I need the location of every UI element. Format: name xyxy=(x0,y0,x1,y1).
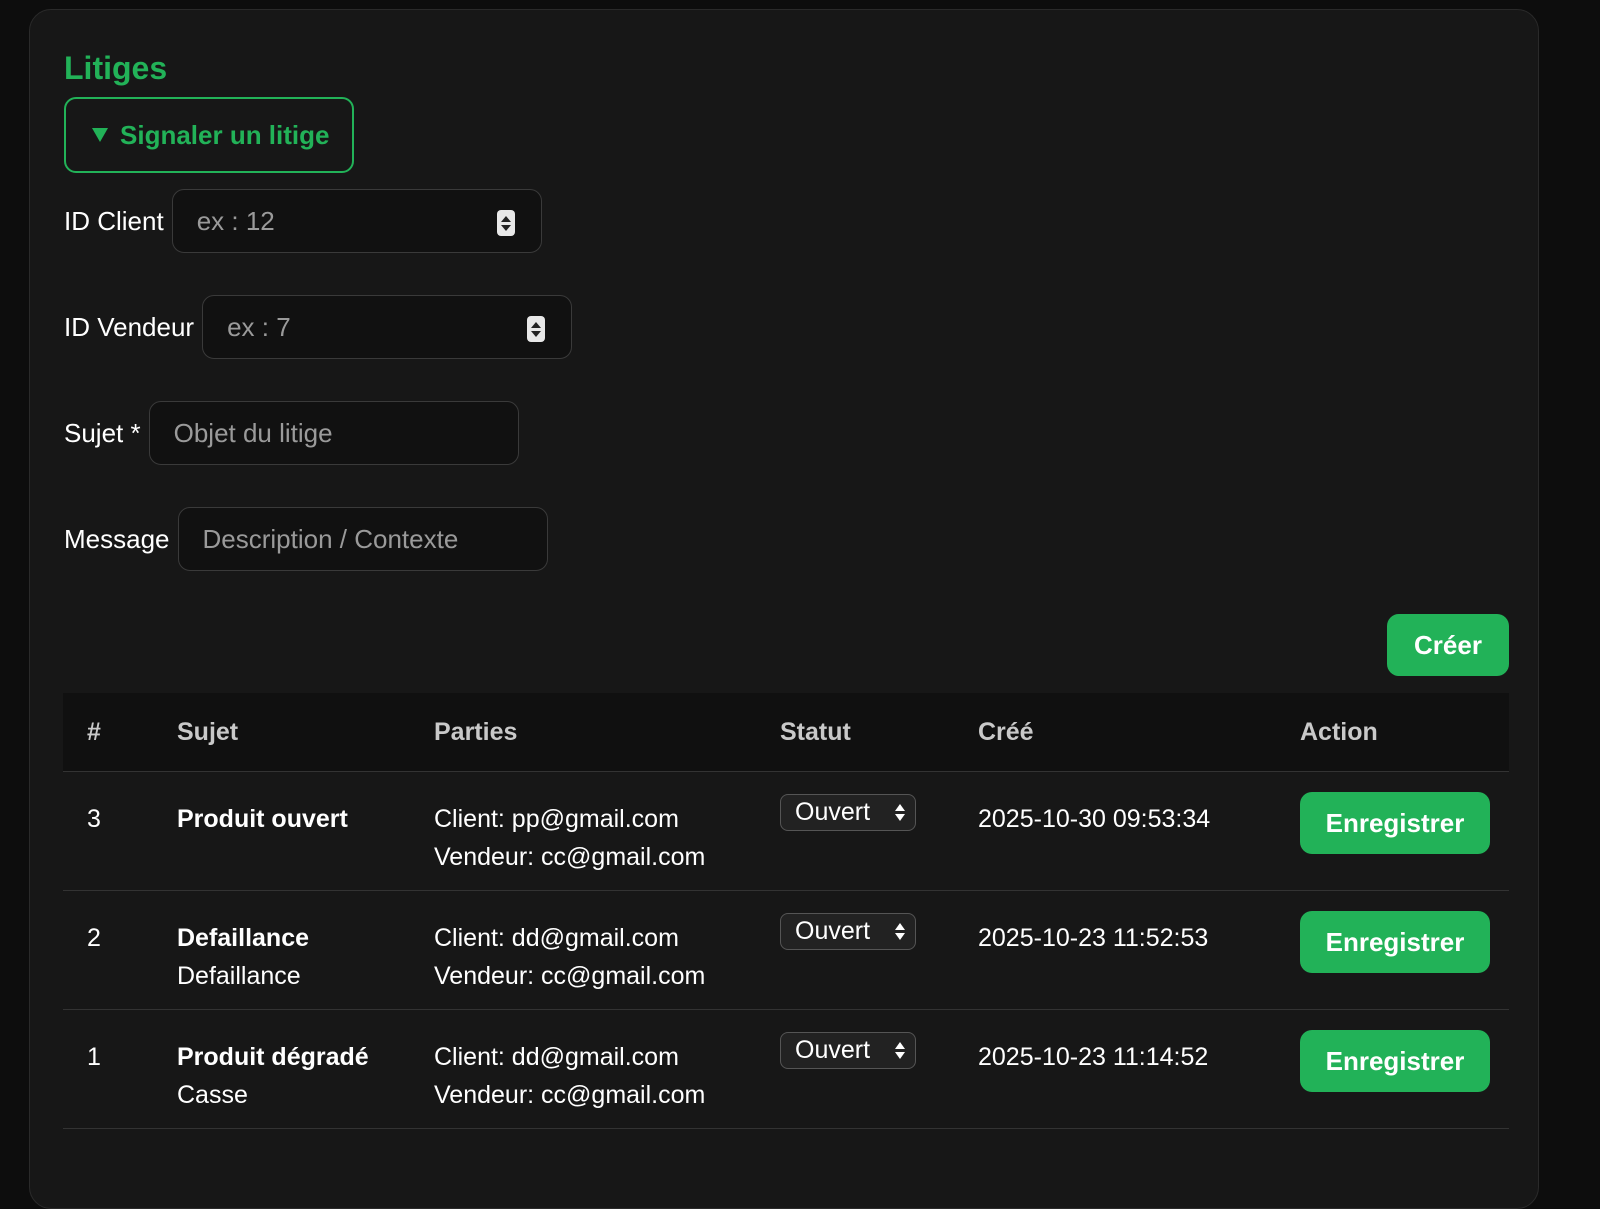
row-seller: Vendeur: cc@gmail.com xyxy=(434,1081,706,1109)
row-client: Client: dd@gmail.com xyxy=(434,1043,679,1071)
save-button[interactable]: Enregistrer xyxy=(1300,792,1490,854)
row-id: 3 xyxy=(87,805,101,833)
table-header-row: # Sujet Parties Statut Créé Action xyxy=(63,693,1509,772)
message-input[interactable] xyxy=(200,522,525,556)
row-id: 1 xyxy=(87,1043,101,1071)
row-subject: Produit ouvert xyxy=(177,805,348,833)
client-id-label: ID Client xyxy=(64,205,164,236)
save-button[interactable]: Enregistrer xyxy=(1300,911,1490,973)
message-box xyxy=(177,507,548,571)
client-id-box xyxy=(171,189,542,253)
status-select[interactable]: Ouvert xyxy=(780,794,916,831)
row-id: 2 xyxy=(87,924,101,952)
seller-id-input[interactable] xyxy=(225,310,550,344)
header-subject: Sujet xyxy=(177,693,434,772)
row-created: 2025-10-23 11:14:52 xyxy=(978,1043,1209,1071)
status-select[interactable]: Ouvert xyxy=(780,1032,916,1069)
row-seller: Vendeur: cc@gmail.com xyxy=(434,843,706,871)
subject-input[interactable] xyxy=(171,416,496,450)
row-subject: Produit dégradé xyxy=(177,1043,369,1071)
disputes-table: # Sujet Parties Statut Créé Action 3 Pro… xyxy=(63,693,1509,1129)
subject-row: Sujet * xyxy=(64,401,519,465)
subject-label: Sujet * xyxy=(64,417,141,448)
seller-id-box xyxy=(202,295,573,359)
message-label: Message xyxy=(64,523,170,554)
header-id: # xyxy=(63,693,177,772)
page-title: Litiges xyxy=(64,50,168,86)
row-client: Client: pp@gmail.com xyxy=(434,805,679,833)
table-row: 1 Produit dégradé Casse Client: dd@gmail… xyxy=(63,1009,1509,1129)
header-action: Action xyxy=(1300,693,1509,772)
subject-box xyxy=(148,401,519,465)
save-button[interactable]: Enregistrer xyxy=(1300,1030,1490,1092)
row-subject: Defaillance xyxy=(177,924,310,952)
table-row: 2 Defaillance Defaillance Client: dd@gma… xyxy=(63,890,1509,1010)
status-value: Ouvert xyxy=(795,1036,871,1064)
seller-id-label: ID Vendeur xyxy=(64,311,195,342)
row-created: 2025-10-30 09:53:34 xyxy=(978,805,1211,833)
triangle-down-icon xyxy=(92,128,108,142)
status-select[interactable]: Ouvert xyxy=(780,913,916,950)
create-button[interactable]: Créer xyxy=(1387,614,1509,676)
header-parties: Parties xyxy=(434,693,780,772)
row-created: 2025-10-23 11:52:53 xyxy=(978,924,1209,952)
client-id-input[interactable] xyxy=(194,204,519,238)
number-spinner-icon[interactable] xyxy=(496,210,515,236)
select-arrows-icon xyxy=(895,923,905,940)
number-spinner-icon[interactable] xyxy=(527,316,546,342)
disputes-card: Litiges Signaler un litige ID Client ID … xyxy=(29,9,1539,1209)
message-row: Message xyxy=(64,507,548,571)
row-detail: Casse xyxy=(177,1081,248,1109)
header-status: Statut xyxy=(780,693,978,772)
table-row: 3 Produit ouvert Client: pp@gmail.com Ve… xyxy=(63,771,1509,891)
report-dispute-toggle[interactable]: Signaler un litige xyxy=(64,97,354,173)
status-value: Ouvert xyxy=(795,917,871,945)
header-created: Créé xyxy=(978,693,1300,772)
select-arrows-icon xyxy=(895,1042,905,1059)
client-id-row: ID Client xyxy=(64,189,542,253)
row-seller: Vendeur: cc@gmail.com xyxy=(434,962,706,990)
select-arrows-icon xyxy=(895,804,905,821)
report-dispute-label: Signaler un litige xyxy=(120,119,330,150)
status-value: Ouvert xyxy=(795,798,871,826)
row-client: Client: dd@gmail.com xyxy=(434,924,679,952)
row-detail: Defaillance xyxy=(177,962,301,990)
seller-id-row: ID Vendeur xyxy=(64,295,573,359)
